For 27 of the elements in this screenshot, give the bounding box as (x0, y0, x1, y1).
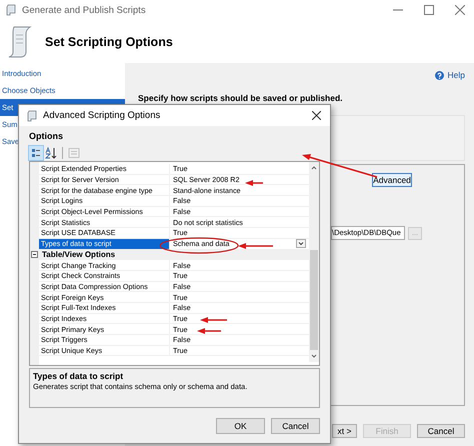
instruction-text: Specify how scripts should be saved or published. (137, 93, 344, 103)
scrollbar[interactable] (309, 162, 319, 362)
help-icon[interactable] (434, 70, 444, 80)
maximize-icon[interactable] (424, 5, 434, 15)
sort-icon[interactable] (44, 146, 58, 160)
scroll-icon (5, 4, 17, 16)
description-title: Types of data to script (33, 371, 124, 381)
window-title: Generate and Publish Scripts (22, 4, 146, 16)
scroll-icon (26, 110, 38, 122)
arrow-annotation (200, 317, 227, 323)
dialog-title: Advanced Scripting Options (43, 110, 160, 121)
page-title: Set Scripting Options (45, 34, 173, 48)
close-icon[interactable] (312, 111, 321, 120)
scroll-icon (6, 24, 32, 58)
dropdown-icon[interactable] (296, 239, 306, 248)
arrow-annotation (245, 180, 263, 186)
wizard-button[interactable]: Cancel (417, 424, 465, 438)
advanced-button[interactable]: Advanced (372, 173, 412, 187)
arrow-annotation (197, 328, 221, 334)
arrow-annotation (238, 243, 273, 249)
help-link[interactable]: Help (448, 70, 465, 80)
section-title: Options (29, 131, 64, 141)
categorized-icon[interactable] (29, 146, 43, 160)
dialog-button[interactable]: Cancel (271, 418, 320, 434)
collapse-icon[interactable] (31, 250, 38, 258)
dialog-button[interactable]: OK (216, 418, 265, 434)
wizard-button[interactable]: xt > (332, 424, 357, 438)
